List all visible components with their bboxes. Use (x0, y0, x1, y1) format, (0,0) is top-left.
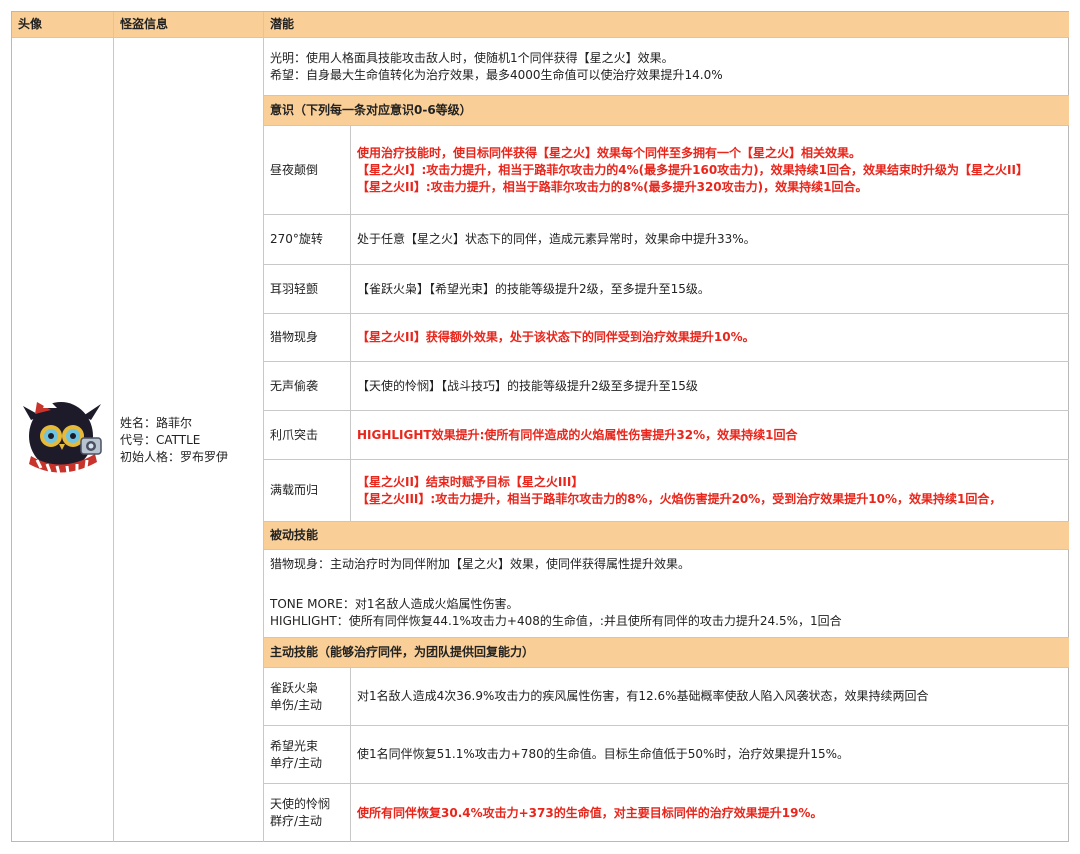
active-skill-name-1: 雀跃火枭 单伤/主动 (264, 668, 351, 726)
thief-code: 代号：CATTLE (120, 433, 201, 447)
potential-description: 光明：使用人格面具技能攻击敌人时，使随机1个同伴获得【星之火】效果。 希望：自身… (264, 38, 1069, 96)
awareness-desc-1-line-3: 【星之火II】:攻击力提升，相当于路菲尔攻击力的8%(最多提升320攻击力)，效… (357, 179, 868, 194)
header-avatar: 头像 (12, 12, 114, 38)
potential-line-1: 光明：使用人格面具技能攻击敌人时，使随机1个同伴获得【星之火】效果。 (270, 50, 674, 65)
thief-persona: 初始人格：罗布罗伊 (120, 450, 229, 464)
passive-description: 猎物现身：主动治疗时为同伴附加【星之火】效果，使同伴获得属性提升效果。 TONE… (264, 550, 1069, 638)
awareness-desc-6: HIGHLIGHT效果提升:使所有同伴造成的火焰属性伤害提升32%，效果持续1回… (351, 411, 1069, 460)
passive-line-3: HIGHLIGHT：使所有同伴恢复44.1%攻击力+408的生命值，:并且使所有… (270, 614, 842, 628)
active-skill-1-type: 单伤/主动 (270, 697, 323, 712)
awareness-section-header: 意识（下列每一条对应意识0-6等级） (264, 96, 1069, 126)
awareness-desc-2: 处于任意【星之火】状态下的同伴，造成元素异常时，效果命中提升33%。 (351, 215, 1069, 265)
awareness-name-4: 猎物现身 (264, 314, 351, 362)
passive-section-header: 被动技能 (264, 522, 1069, 550)
awareness-desc-1: 使用治疗技能时，使目标同伴获得【星之火】效果每个同伴至多拥有一个【星之火】相关效… (351, 126, 1069, 215)
active-skill-1-title: 雀跃火枭 (270, 680, 319, 695)
active-skill-2-type: 单疗/主动 (270, 755, 323, 770)
active-skill-desc-1: 对1名敌人造成4次36.9%攻击力的疾风属性伤害，有12.6%基础概率使敌人陷入… (351, 668, 1069, 726)
awareness-desc-1-line-1: 使用治疗技能时，使目标同伴获得【星之火】效果每个同伴至多拥有一个【星之火】相关效… (357, 145, 862, 160)
awareness-desc-1-line-2: 【星之火I】:攻击力提升，相当于路菲尔攻击力的4%(最多提升160攻击力)，效果… (357, 162, 1028, 177)
thief-info-cell: 姓名：路菲尔 代号：CATTLE 初始人格：罗布罗伊 (114, 38, 264, 842)
active-skill-3-title: 天使的怜悯 (270, 797, 331, 811)
character-table: 头像 怪盗信息 潜能 姓名：路菲尔 代号：CATTLE 初始人格：罗布罗伊 光明… (11, 11, 1069, 842)
awareness-desc-7: 【星之火II】结束时赋予目标【星之火III】 【星之火III】:攻击力提升，相当… (351, 460, 1069, 522)
header-info: 怪盗信息 (114, 12, 264, 38)
owl-masked-character-icon (23, 398, 102, 475)
awareness-name-3: 耳羽轻颤 (264, 265, 351, 314)
active-skill-desc-2: 使1名同伴恢复51.1%攻击力+780的生命值。目标生命值低于50%时，治疗效果… (351, 726, 1069, 784)
awareness-name-2: 270°旋转 (264, 215, 351, 265)
potential-line-2: 希望：自身最大生命值转化为治疗效果，最多4000生命值可以使治疗效果提升14.0… (270, 67, 723, 82)
awareness-desc-7-line-2: 【星之火III】:攻击力提升，相当于路菲尔攻击力的8%，火焰伤害提升20%，受到… (357, 491, 1002, 506)
active-section-header: 主动技能（能够治疗同伴，为团队提供回复能力） (264, 638, 1069, 668)
active-skill-desc-3: 使所有同伴恢复30.4%攻击力+373的生命值，对主要目标同伴的治疗效果提升19… (357, 805, 823, 820)
awareness-name-6: 利爪突击 (264, 411, 351, 460)
awareness-name-5: 无声偷袭 (264, 362, 351, 411)
passive-line-1: 猎物现身：主动治疗时为同伴附加【星之火】效果，使同伴获得属性提升效果。 (270, 557, 691, 571)
active-skill-2-title: 希望光束 (270, 738, 319, 753)
awareness-desc-3: 【雀跃火枭】【希望光束】的技能等级提升2级，至多提升至15级。 (351, 265, 1069, 314)
thief-name: 姓名：路菲尔 (120, 416, 193, 430)
awareness-name-7: 满载而归 (264, 460, 351, 522)
active-skill-name-2: 希望光束 单疗/主动 (264, 726, 351, 784)
awareness-name-1: 昼夜颠倒 (264, 126, 351, 215)
header-potential: 潜能 (264, 12, 1069, 38)
awareness-desc-7-line-1: 【星之火II】结束时赋予目标【星之火III】 (357, 474, 584, 489)
awareness-desc-5: 【天使的怜悯】【战斗技巧】的技能等级提升2级至多提升至15级 (351, 362, 1069, 411)
avatar-cell (12, 38, 114, 842)
active-skill-name-3: 天使的怜悯 群疗/主动 (264, 784, 351, 842)
active-skill-3-type: 群疗/主动 (270, 814, 323, 828)
awareness-desc-4: 【星之火II】获得额外效果，处于该状态下的同伴受到治疗效果提升10%。 (351, 314, 1069, 362)
passive-line-2: TONE MORE：对1名敌人造成火焰属性伤害。 (270, 597, 519, 611)
